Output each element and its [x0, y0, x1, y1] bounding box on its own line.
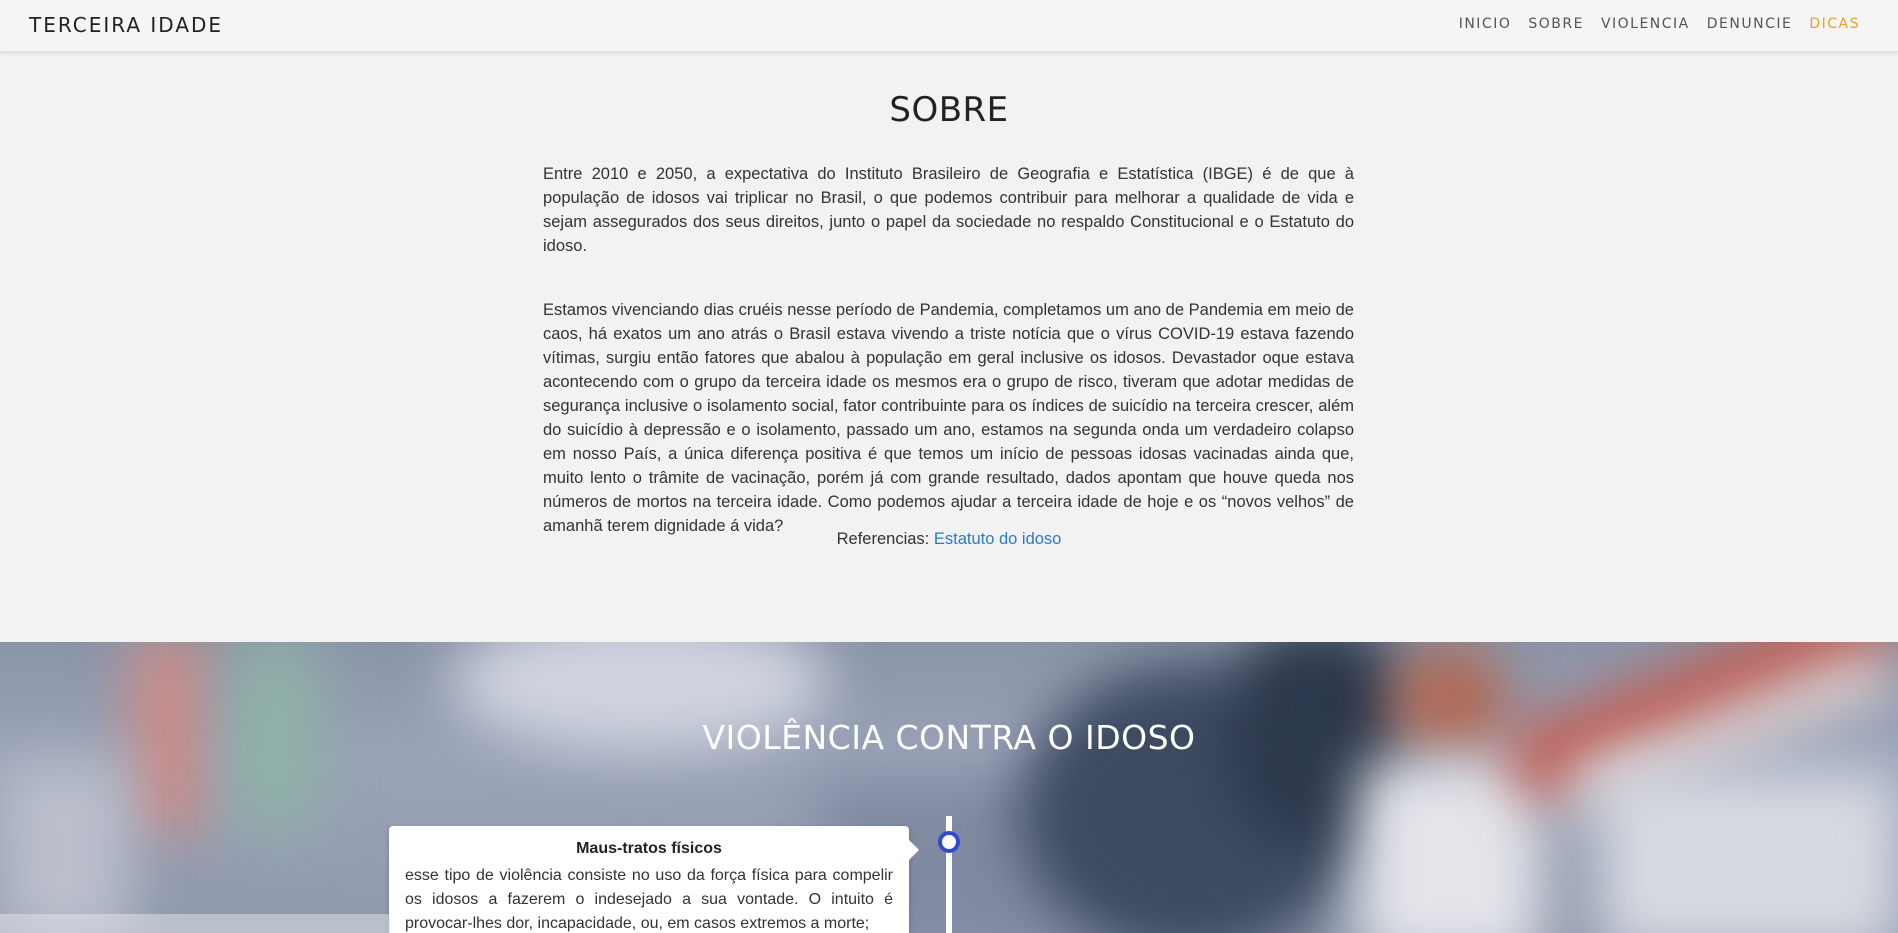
sobre-section: SOBRE Entre 2010 e 2050, a expectativa d…: [0, 52, 1898, 642]
brand-logo[interactable]: TERCEIRA IDADE: [29, 13, 223, 37]
nav-links: INICIO SOBRE VIOLENCIA DENUNCIE DICAS: [1459, 16, 1860, 32]
references: Referencias: Estatuto do idoso: [0, 530, 1898, 549]
violencia-title: VIOLÊNCIA CONTRA O IDOSO: [702, 718, 1196, 757]
estatuto-link[interactable]: Estatuto do idoso: [934, 530, 1062, 548]
card-text: esse tipo de violência consiste no uso d…: [405, 867, 893, 932]
timeline-dot: [938, 831, 960, 853]
nav-link-denuncie[interactable]: DENUNCIE: [1707, 16, 1793, 32]
status-bar: [0, 914, 390, 933]
timeline-card: Maus-tratos físicos esse tipo de violênc…: [389, 826, 919, 933]
navbar: TERCEIRA IDADE INICIO SOBRE VIOLENCIA DE…: [0, 0, 1898, 52]
nav-link-dicas[interactable]: DICAS: [1809, 16, 1860, 32]
violencia-section: VIOLÊNCIA CONTRA O IDOSO Maus-tratos fís…: [0, 642, 1898, 933]
background-image-part: [1360, 762, 1540, 933]
sobre-paragraph-1: Entre 2010 e 2050, a expectativa do Inst…: [543, 165, 1354, 255]
references-label: Referencias:: [836, 530, 930, 548]
nav-link-inicio[interactable]: INICIO: [1459, 16, 1512, 32]
nav-link-violencia[interactable]: VIOLENCIA: [1601, 16, 1690, 32]
card-title: Maus-tratos físicos: [576, 840, 722, 857]
background-image-part: [0, 762, 130, 933]
sobre-title: SOBRE: [889, 90, 1009, 130]
sobre-paragraph-2: Estamos vivenciando dias cruéis nesse pe…: [543, 301, 1354, 535]
nav-link-sobre[interactable]: SOBRE: [1528, 16, 1584, 32]
background-image-part: [1600, 772, 1898, 933]
